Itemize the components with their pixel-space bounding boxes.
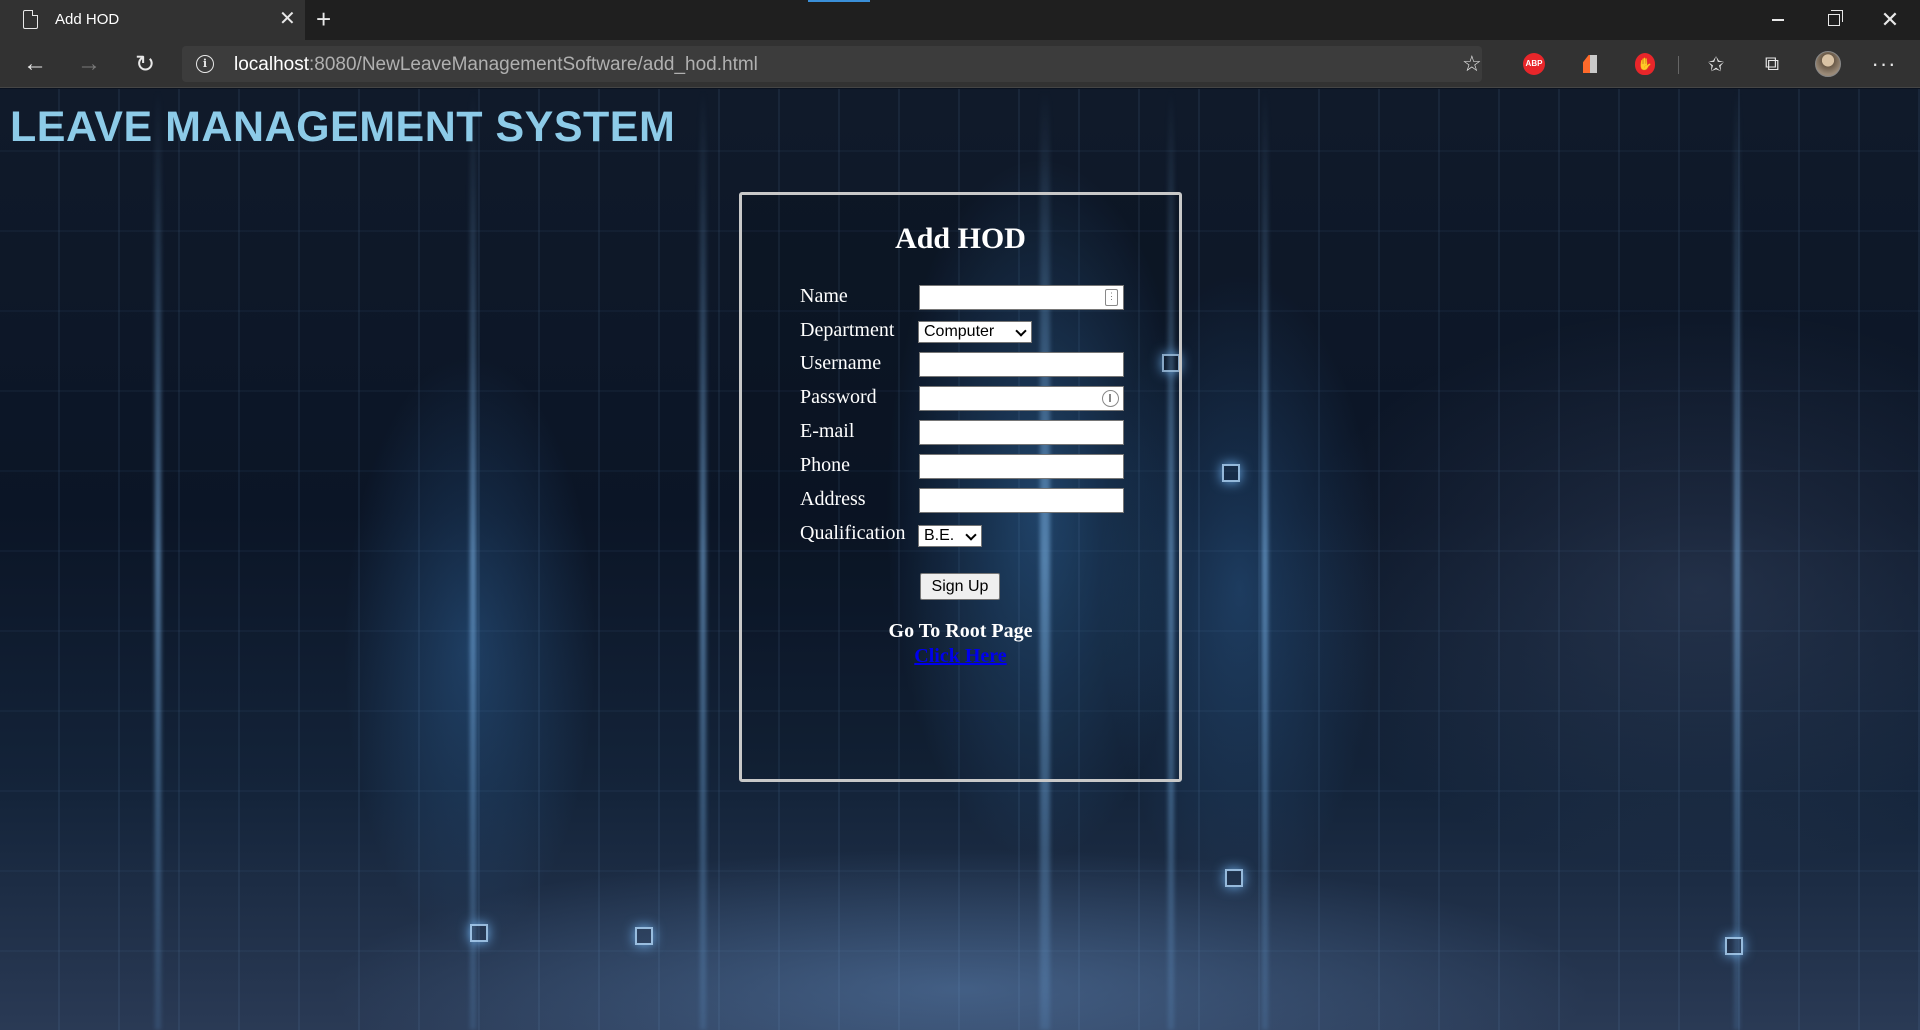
restore-button[interactable] [1806, 0, 1862, 40]
site-title: LEAVE MANAGEMENT SYSTEM [10, 103, 676, 151]
department-selected-value: Computer [924, 323, 995, 340]
chevron-down-icon [1015, 325, 1027, 337]
address-input[interactable] [919, 488, 1124, 513]
document-icon [23, 10, 38, 29]
department-select[interactable]: Computer [918, 321, 1032, 343]
tab-title: Add HOD [55, 11, 120, 28]
contact-card-icon[interactable]: ⋮ [1105, 289, 1118, 306]
add-hod-form: Add HOD Name ⋮ Department Computer Usern… [739, 192, 1182, 782]
email-input[interactable] [919, 420, 1124, 445]
loading-indicator [808, 0, 870, 2]
light-beam [1262, 89, 1268, 1030]
profile-avatar[interactable] [1812, 50, 1844, 78]
circuit-node [1725, 937, 1743, 955]
chevron-down-icon [965, 529, 977, 541]
url-path: :8080/NewLeaveManagementSoftware/add_hod… [309, 54, 758, 75]
favorite-star-icon[interactable]: ☆ [1462, 51, 1482, 77]
username-input[interactable] [919, 352, 1124, 377]
site-info-icon[interactable]: i [196, 55, 214, 73]
qualification-selected-value: B.E. [924, 527, 955, 544]
close-window-button[interactable]: ✕ [1862, 0, 1918, 40]
tab-bar: Add HOD ✕ + ✕ [0, 0, 1920, 40]
go-to-root-text: Go To Root Page [888, 620, 1033, 642]
avatar [1815, 51, 1841, 77]
abp-label: ABP [1523, 53, 1545, 75]
favorites-icon[interactable]: ✩ [1700, 50, 1732, 78]
circuit-node [470, 924, 488, 942]
page-viewport: LEAVE MANAGEMENT SYSTEM Add HOD Name ⋮ D… [0, 89, 1920, 1030]
form-heading: Add HOD [895, 222, 1026, 255]
name-label: Name [800, 285, 848, 307]
extension-icon[interactable] [1576, 52, 1604, 76]
toolbar-divider [1678, 56, 1679, 74]
username-label: Username [800, 352, 882, 374]
reload-button[interactable]: ↻ [127, 48, 163, 80]
email-label: E-mail [800, 420, 855, 442]
light-beam [1734, 89, 1740, 1030]
sign-up-button[interactable]: Sign Up [920, 573, 1000, 600]
light-beam [700, 89, 706, 1030]
url-text[interactable]: localhost:8080/NewLeaveManagementSoftwar… [234, 54, 758, 76]
circuit-node [1222, 464, 1240, 482]
adblock-extension-icon[interactable]: ABP [1520, 52, 1548, 76]
light-beam [155, 89, 161, 1030]
hand-icon: ✋ [1635, 53, 1655, 75]
password-label: Password [800, 386, 877, 408]
extension-logo [1583, 55, 1597, 73]
close-tab-icon[interactable]: ✕ [279, 7, 296, 31]
more-menu-icon[interactable]: ··· [1868, 50, 1900, 78]
circuit-node [1225, 869, 1243, 887]
phone-label: Phone [800, 454, 850, 476]
qualification-label: Qualification [800, 522, 906, 544]
forward-button[interactable]: → [71, 48, 107, 80]
qualification-select[interactable]: B.E. [918, 525, 982, 547]
collections-icon[interactable]: ⧉ [1756, 50, 1788, 78]
restore-icon [1828, 10, 1843, 26]
click-here-link[interactable]: Click Here [742, 645, 1179, 668]
light-beam [470, 89, 476, 1030]
name-input[interactable]: ⋮ [919, 285, 1124, 310]
address-label: Address [800, 488, 866, 510]
password-input[interactable] [919, 386, 1124, 411]
browser-tab[interactable]: Add HOD ✕ [0, 0, 305, 40]
department-label: Department [800, 319, 895, 341]
phone-input[interactable] [919, 454, 1124, 479]
back-button[interactable]: ← [17, 48, 53, 80]
new-tab-icon[interactable]: + [316, 4, 331, 34]
stop-extension-icon[interactable]: ✋ [1631, 52, 1659, 76]
address-bar[interactable]: i localhost:8080/NewLeaveManagementSoftw… [182, 46, 1482, 82]
minimize-button[interactable] [1750, 0, 1806, 40]
circuit-node [635, 927, 653, 945]
password-key-icon[interactable] [1102, 390, 1119, 407]
minimize-icon [1772, 19, 1784, 21]
url-host: localhost [234, 54, 309, 75]
